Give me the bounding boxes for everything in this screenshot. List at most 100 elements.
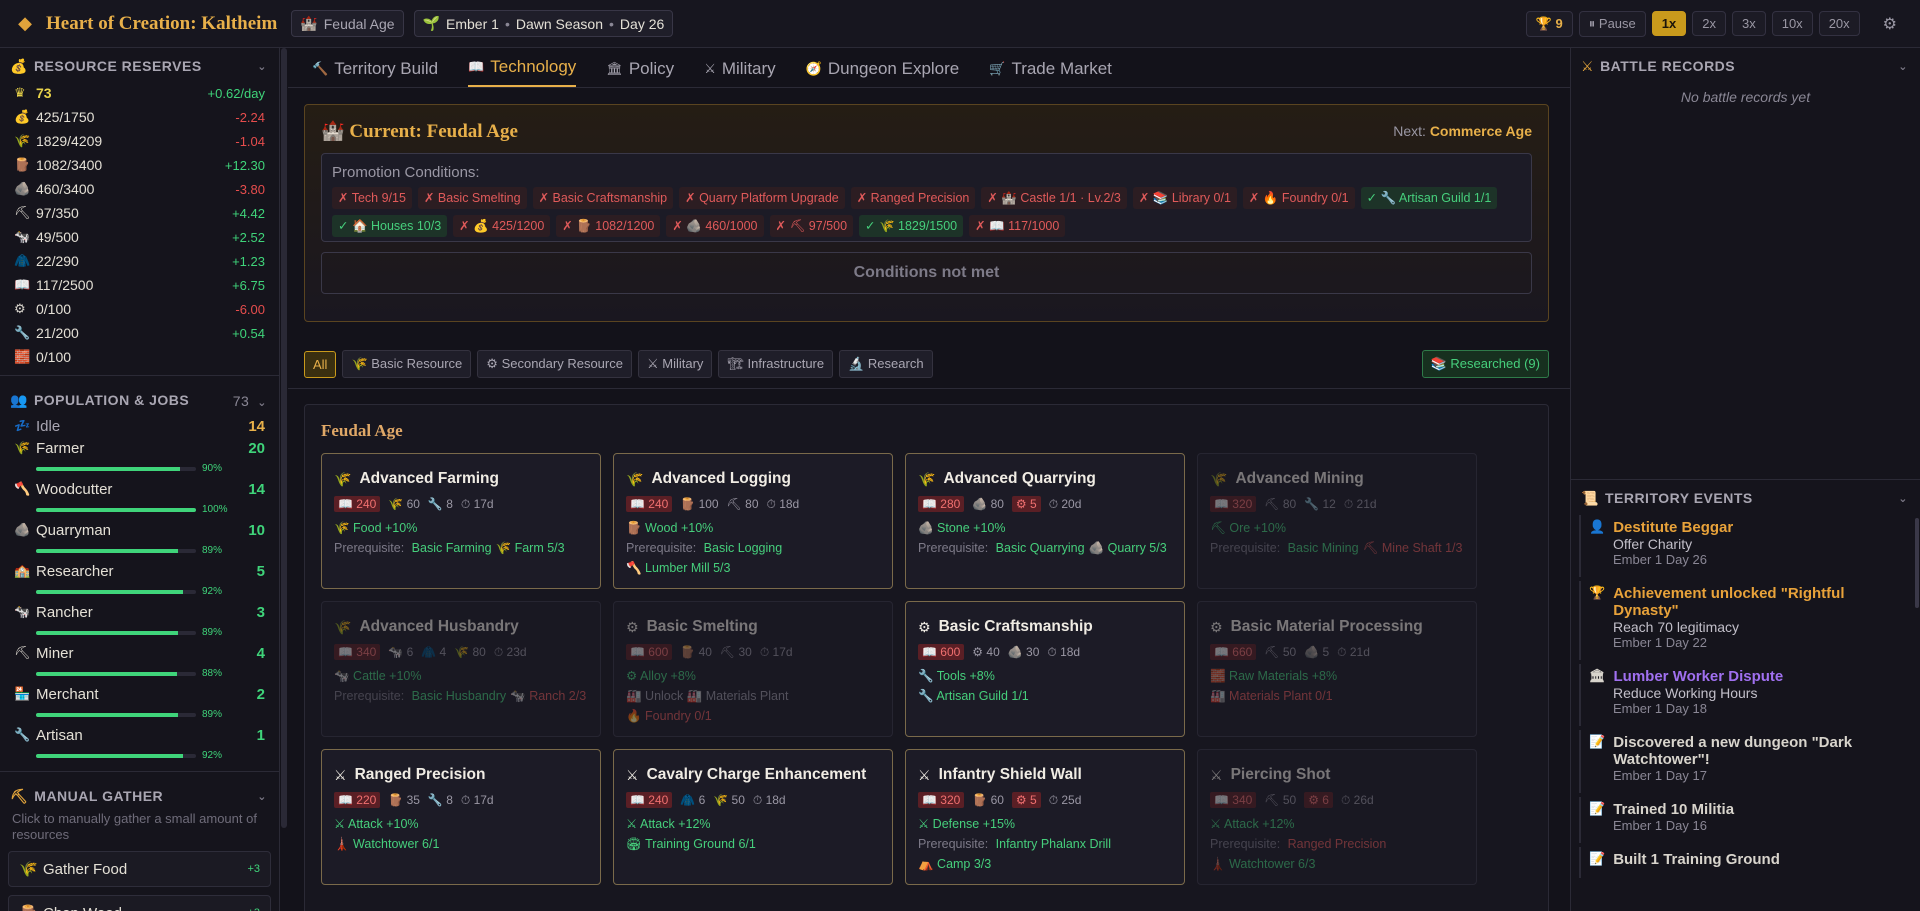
events-title: TERRITORY EVENTS xyxy=(1604,490,1753,506)
shop-icon: 🏪 xyxy=(14,686,31,701)
job-row[interactable]: ⛏ Miner 4 88% xyxy=(0,642,279,683)
tech-cost: ⛏ 80 xyxy=(726,497,759,511)
speed-button[interactable]: 1x xyxy=(1651,11,1687,36)
population-header[interactable]: 👥 POPULATION & JOBS 73 ⌄ xyxy=(0,382,279,415)
tech-cost: 🌾 50 xyxy=(713,793,745,807)
promote-button[interactable]: Conditions not met xyxy=(321,252,1532,294)
stone-icon: 🪨 xyxy=(14,522,31,537)
tech-cost: 🔧 8 xyxy=(427,497,453,511)
job-efficiency: 88% xyxy=(202,668,223,679)
job-row[interactable]: 🌾 Farmer 20 90% xyxy=(0,437,279,478)
gather-button[interactable]: 🌾 Gather Food +3 xyxy=(8,851,271,887)
filter-button[interactable]: All xyxy=(304,350,337,378)
tech-icon: 🌾 xyxy=(918,470,936,487)
speed-button[interactable]: 3x xyxy=(1731,11,1766,36)
tech-card[interactable]: ⚙ Basic Craftsmanship 📖 600 ⚙ 40 🪨 30 ⏱ 18d 🔧 … xyxy=(905,601,1185,737)
tech-cost: 🧥 6 xyxy=(680,793,706,807)
tech-card[interactable]: 🌾 Advanced Farming 📖 240 🌾 60 🔧 8 ⏱ 17d 🌾 Food… xyxy=(321,453,601,589)
trophy-button[interactable]: 🏆 9 xyxy=(1525,10,1573,37)
gather-icon: 🪵 xyxy=(19,904,43,911)
resource-row: 🐄 49/500 +2.52 xyxy=(0,225,279,249)
left-scrollbar[interactable] xyxy=(281,48,287,828)
tech-cost: ⏱ 18d xyxy=(752,792,786,807)
tech-cost: ⏱ 20d xyxy=(1048,496,1082,511)
job-row[interactable]: 🪓 Woodcutter 14 100% xyxy=(0,478,279,519)
tab-icon: 🛒 xyxy=(989,61,1006,76)
tech-card[interactable]: ⚙ Basic Material Processing 📖 660 ⛏ 50 🪨 5 ⏱ … xyxy=(1197,601,1477,737)
trophy-icon: 🏆 xyxy=(1535,15,1552,31)
tech-cost: ⚙ 5 xyxy=(1011,496,1041,512)
tech-cost: 🪵 35 xyxy=(388,793,420,807)
job-row[interactable]: 🏪 Merchant 2 89% xyxy=(0,683,279,724)
job-row[interactable]: 🏫 Researcher 5 92% xyxy=(0,560,279,601)
tech-card[interactable]: ⚔ Piercing Shot 📖 340 ⛏ 50 ⚙ 6 ⏱ 26d ⚔ Attack … xyxy=(1197,749,1477,885)
prerequisite-item: Basic Quarrying xyxy=(995,541,1085,555)
chevron-down-icon: ⌄ xyxy=(1898,493,1908,505)
tech-card[interactable]: 🌾 Advanced Mining 📖 320 ⛏ 80 🔧 12 ⏱ 21d ⛏ Ore … xyxy=(1197,453,1477,589)
tab-military[interactable]: ⚔ Military xyxy=(704,59,776,87)
job-count: 3 xyxy=(256,603,265,621)
job-row[interactable]: 🔧 Artisan 1 92% xyxy=(0,724,279,765)
job-row[interactable]: 🐄 Rancher 3 89% xyxy=(0,601,279,642)
tech-card[interactable]: ⚔ Infantry Shield Wall 📖 320 🪵 60 ⚙ 5 ⏱ 25d ⚔ … xyxy=(905,749,1185,885)
right-scrollbar[interactable] xyxy=(1915,518,1919,608)
prerequisite-item: Basic Mining xyxy=(1287,541,1359,555)
tab-dungeon-explore[interactable]: 🧭 Dungeon Explore xyxy=(806,59,960,87)
event-item[interactable]: 📝 Built 1 Training Ground xyxy=(1579,847,1912,878)
event-item[interactable]: 👤 Destitute Beggar Offer Charity Ember 1 Da… xyxy=(1579,515,1912,577)
tech-card[interactable]: ⚔ Ranged Precision 📖 220 🪵 35 🔧 8 ⏱ 17d ⚔ Atta… xyxy=(321,749,601,885)
filter-button[interactable]: ⚙ Secondary Resource xyxy=(477,350,632,378)
event-item[interactable]: 🏆 Achievement unlocked "Rightful Dynasty"… xyxy=(1579,581,1912,660)
tech-card[interactable]: ⚔ Cavalry Charge Enhancement 📖 240 🧥 6 🌾 50 ⏱… xyxy=(613,749,893,885)
tech-card[interactable]: 🌾 Advanced Husbandry 📖 340 🐄 6 🧥 4 🌾 80 ⏱ 23d 🐄… xyxy=(321,601,601,737)
tech-prerequisite: Prerequisite: Basic Farming 🌾 Farm 5/3 xyxy=(334,541,565,555)
gather-button[interactable]: 🪵Chop Wood +3 xyxy=(8,895,271,911)
tech-cost: ⏱ 23d xyxy=(493,644,527,659)
tech-card[interactable]: 🌾 Advanced Logging 📖 240 🪵 100 ⛏ 80 ⏱ 18d 🪵 Wo… xyxy=(613,453,893,589)
resource-value: 425/1750 xyxy=(36,109,95,125)
resources-header[interactable]: 💰 RESOURCE RESERVES ⌄ xyxy=(0,48,279,81)
resource-row: ⛏ 97/350 +4.42 xyxy=(0,201,279,225)
tech-card[interactable]: 🌾 Advanced Quarrying 📖 280 🪨 80 ⚙ 5 ⏱ 20d 🪨 St… xyxy=(905,453,1185,589)
researched-button[interactable]: 📚 Researched (9) xyxy=(1421,350,1549,378)
resource-row: 📖 117/2500 +6.75 xyxy=(0,273,279,297)
gather-gain: +3 xyxy=(247,863,260,875)
gather-hint: Click to manually gather a small amount … xyxy=(12,811,257,842)
condition-badge: ✗ 🪵 1082/1200 xyxy=(556,215,661,237)
filter-button[interactable]: ⚔ Military xyxy=(637,350,713,378)
resource-rate: +4.42 xyxy=(232,205,265,221)
tech-effect: ⚔ Defense +15% xyxy=(918,817,1016,831)
event-item[interactable]: 📝 Discovered a new dungeon "Dark Watchtow… xyxy=(1579,730,1912,793)
date-ember: Ember 1 xyxy=(446,15,499,32)
tech-tree: Feudal Age 🌾 Advanced Farming 📖 240 🌾 60 🔧 8… xyxy=(304,404,1549,911)
tech-effect: 🏟 Training Ground 6/1 xyxy=(626,837,756,851)
pause-button[interactable]: ⏸ Pause xyxy=(1578,10,1646,37)
tab-label: Territory Build xyxy=(334,59,439,78)
tab-label: Trade Market xyxy=(1011,59,1112,78)
filter-button[interactable]: 🌾 Basic Resource xyxy=(342,350,472,378)
filter-button[interactable]: 🔬 Research xyxy=(839,350,933,378)
speed-button[interactable]: 2x xyxy=(1692,11,1726,36)
condition-badge: ✗ Ranged Precision xyxy=(850,187,976,209)
tab-technology[interactable]: 📖 Technology xyxy=(468,57,577,87)
tech-card[interactable]: ⚙ Basic Smelting 📖 600 🪵 40 ⛏ 30 ⏱ 17d ⚙ Alloy… xyxy=(613,601,893,737)
tab-trade-market[interactable]: 🛒 Trade Market xyxy=(989,59,1112,87)
job-row[interactable]: 🪨 Quarryman 10 89% xyxy=(0,519,279,560)
tech-cost: 📖 320 xyxy=(1210,496,1257,512)
filter-button[interactable]: 🏗 Infrastructure xyxy=(718,350,834,378)
tech-cost: 🪵 60 xyxy=(972,793,1004,807)
event-item[interactable]: 🏛 Lumber Worker Dispute Reduce Working Hou… xyxy=(1579,664,1912,726)
chevron-down-icon: ⌄ xyxy=(257,396,267,409)
speed-button[interactable]: 10x xyxy=(1771,11,1813,36)
tab-territory-build[interactable]: 🔨 Territory Build xyxy=(312,59,438,87)
job-name: Farmer xyxy=(36,439,85,457)
events-header[interactable]: 📜 TERRITORY EVENTS ⌄ xyxy=(1571,480,1920,513)
speed-button[interactable]: 20x xyxy=(1818,11,1860,36)
tech-icon: ⚔ xyxy=(626,766,639,783)
settings-gear-icon[interactable]: ⚙ xyxy=(1874,10,1906,38)
gather-header[interactable]: ⛏ MANUAL GATHER ⌄ xyxy=(0,778,279,811)
tab-policy[interactable]: 🏛 Policy xyxy=(606,59,674,87)
battle-header[interactable]: ⚔ BATTLE RECORDS ⌄ xyxy=(1571,48,1920,81)
tech-effect: ⚔ Attack +10% xyxy=(334,817,419,831)
event-item[interactable]: 📝 Trained 10 Militia Ember 1 Day 16 xyxy=(1579,797,1912,843)
